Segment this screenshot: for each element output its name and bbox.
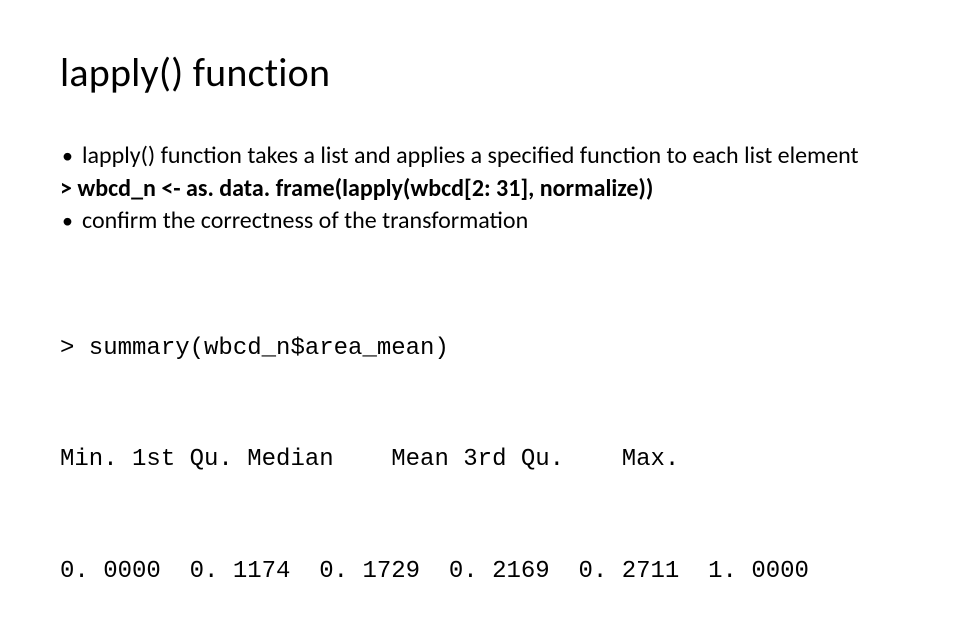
console-line: Min. 1st Qu. Median Mean 3rd Qu. Max.: [60, 441, 900, 478]
bullet-text: lapply() function takes a list and appli…: [82, 141, 900, 172]
console-line: > summary(wbcd_n$area_mean): [60, 330, 900, 367]
bullet-item: • confirm the correctness of the transfo…: [60, 206, 900, 237]
code-line: > wbcd_n <- as. data. frame(lapply(wbcd[…: [60, 174, 900, 205]
bullet-item: • lapply() function takes a list and app…: [60, 141, 900, 172]
console-output: > summary(wbcd_n$area_mean) Min. 1st Qu.…: [60, 255, 900, 627]
bullet-marker: •: [60, 206, 82, 236]
console-line: 0. 0000 0. 1174 0. 1729 0. 2169 0. 2711 …: [60, 553, 900, 590]
bullet-text: confirm the correctness of the transform…: [82, 206, 900, 237]
bullet-marker: •: [60, 141, 82, 171]
slide-title: lapply() function: [60, 48, 900, 97]
body-content: • lapply() function takes a list and app…: [60, 141, 900, 237]
